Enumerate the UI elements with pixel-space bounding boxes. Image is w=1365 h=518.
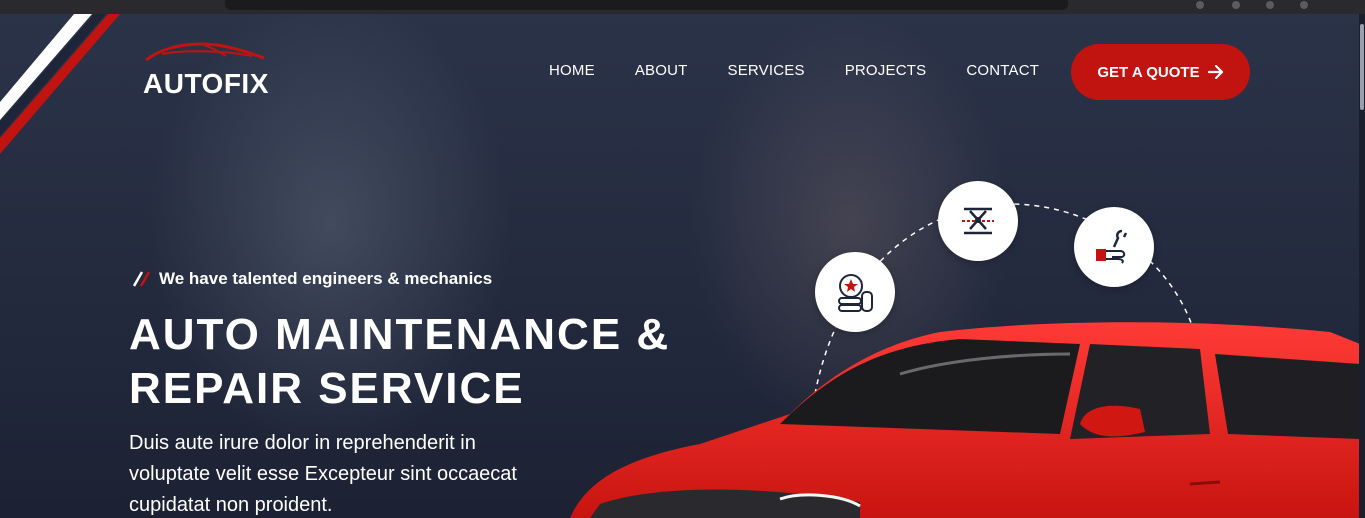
tagline-text: We have talented engineers & mechanics: [159, 269, 493, 288]
hero-section: AUTOFIX HOME ABOUT SERVICES PROJECTS CON…: [0, 14, 1365, 518]
hero-description: Duis aute irure dolor in reprehenderit i…: [129, 432, 517, 516]
menu-icon[interactable]: [1300, 1, 1308, 9]
hero-title: AUTO MAINTENANCE & REPAIR SERVICE: [129, 308, 670, 416]
slash-accent-icon: [133, 271, 151, 287]
scrollbar-thumb[interactable]: [1360, 24, 1364, 110]
extension-icon[interactable]: [1196, 1, 1204, 9]
hero-tagline: We have talented engineers & mechanics: [133, 269, 492, 289]
hero-title-line2: REPAIR SERVICE: [129, 364, 525, 413]
profile-icon[interactable]: [1266, 1, 1274, 9]
extension-icon[interactable]: [1232, 1, 1240, 9]
hero-title-line1: AUTO MAINTENANCE &: [129, 310, 671, 359]
address-bar[interactable]: [225, 0, 1068, 10]
page-scrollbar[interactable]: [1359, 14, 1365, 518]
browser-chrome: [0, 0, 1365, 14]
